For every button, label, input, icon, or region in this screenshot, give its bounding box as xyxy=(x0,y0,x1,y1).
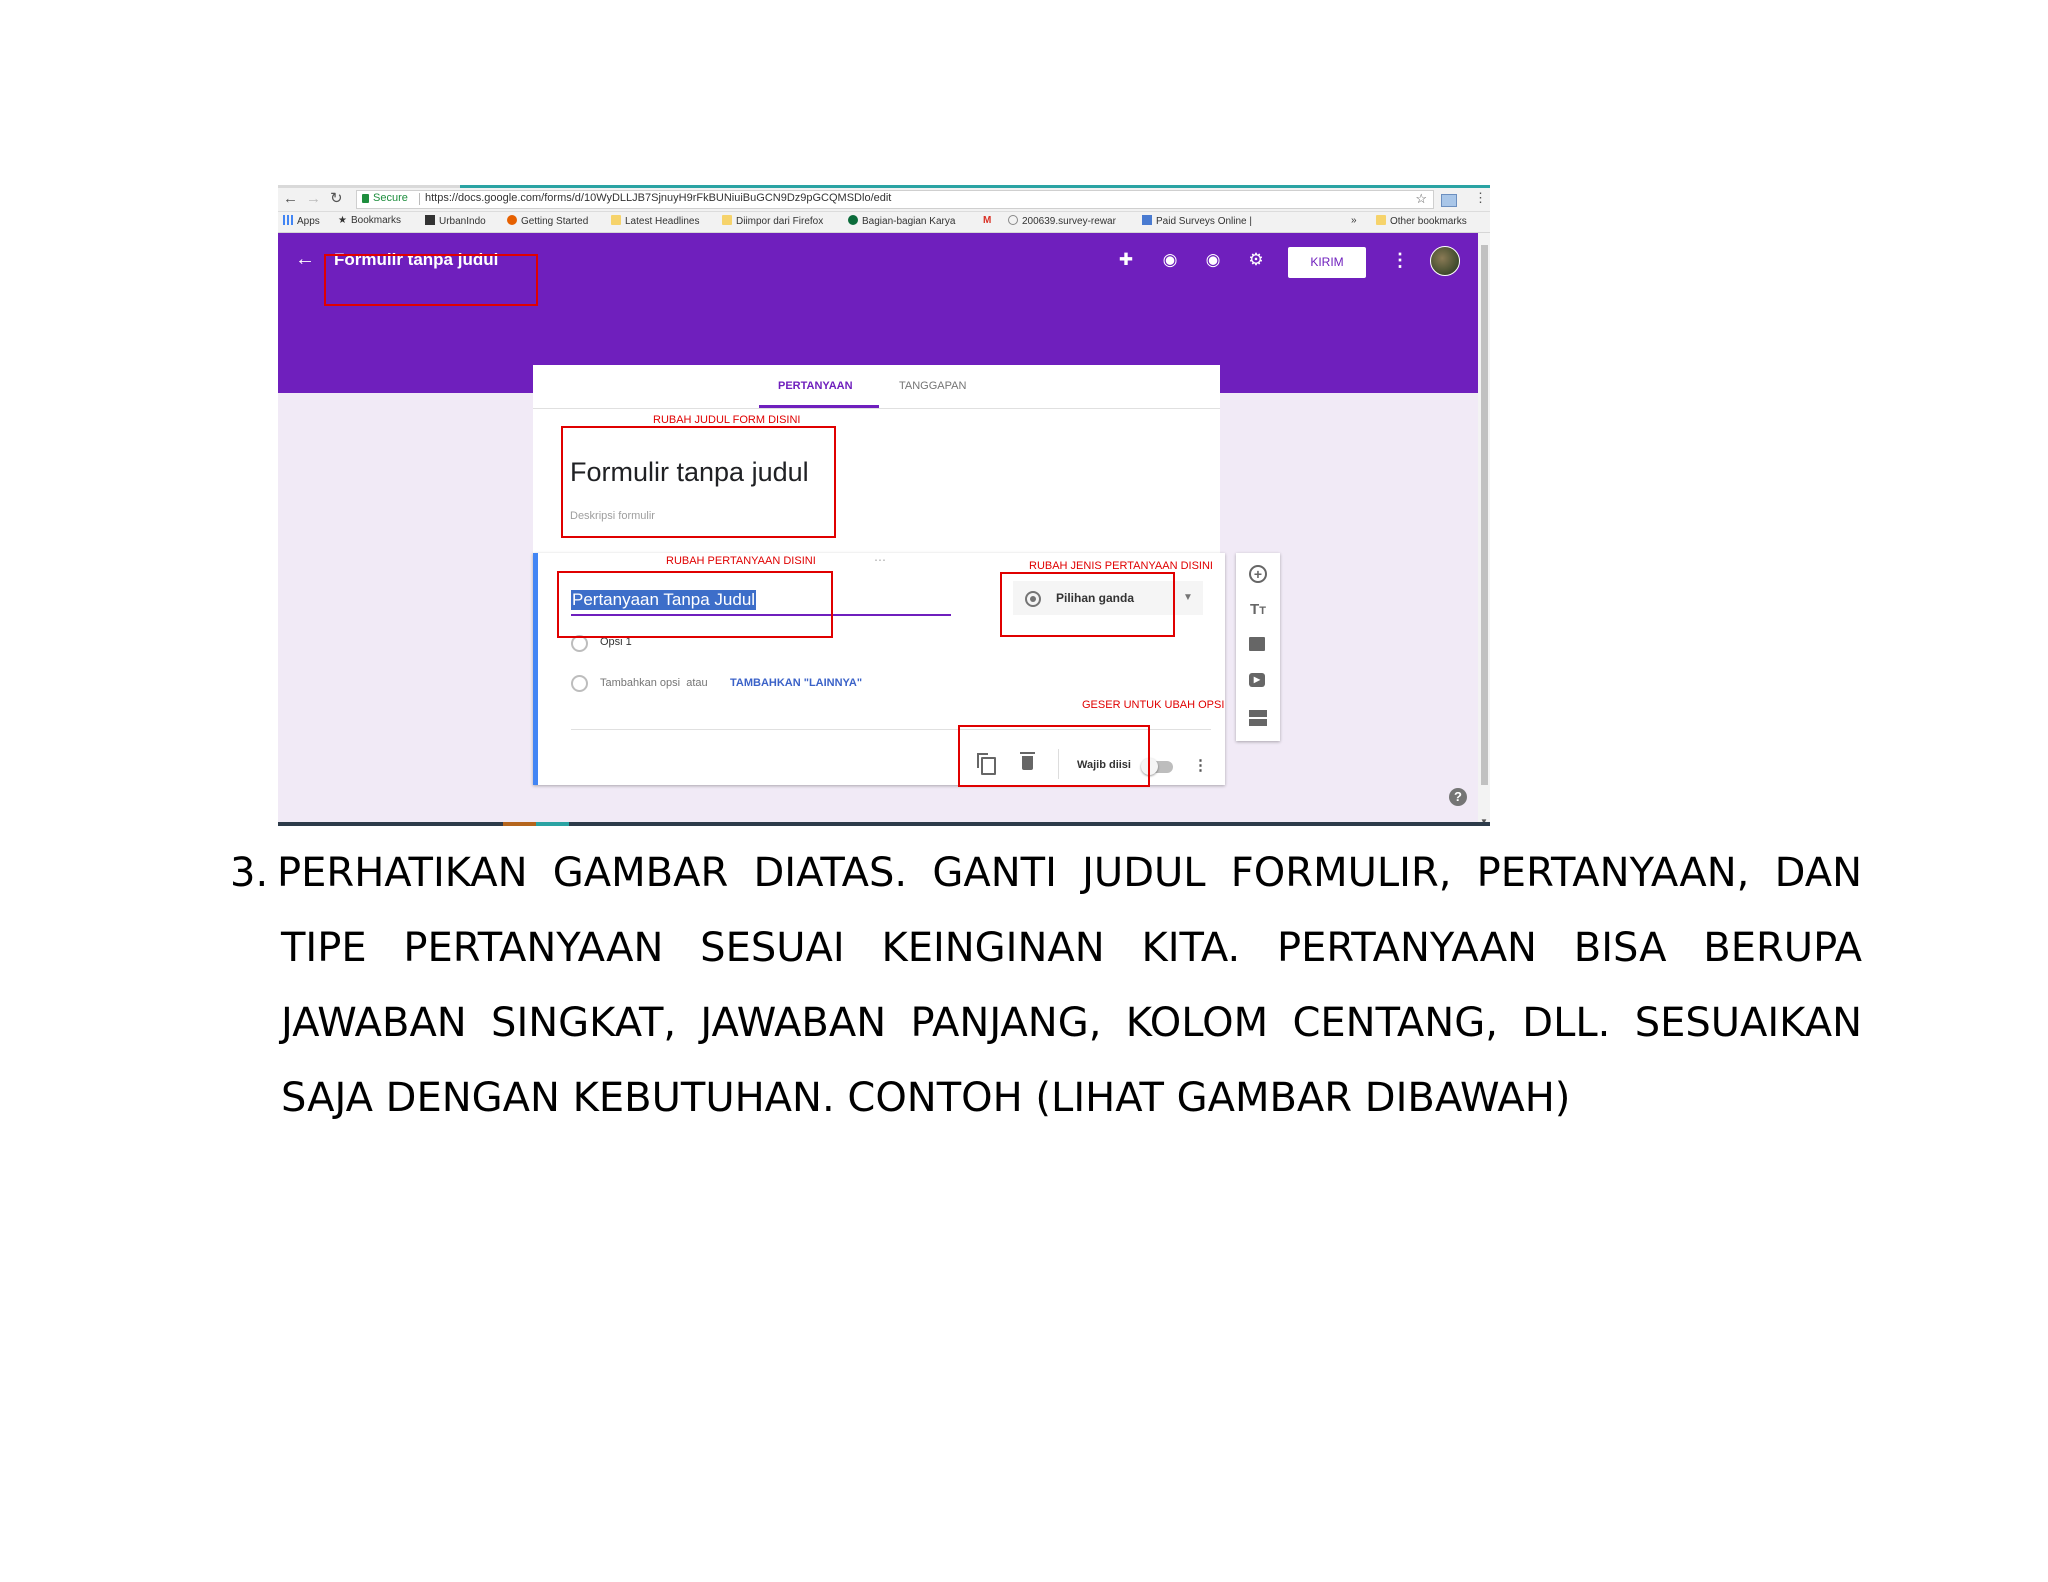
bookmark-label: Diimpor dari Firefox xyxy=(736,216,824,227)
taskbar-item xyxy=(503,822,536,826)
bookmark-other[interactable]: Other bookmarks xyxy=(1376,215,1467,227)
annotation-box-header-title xyxy=(324,254,538,306)
bookmark-label: Bagian-bagian Karya xyxy=(862,216,956,227)
chevron-down-icon: ▼ xyxy=(1183,592,1193,603)
add-option-button[interactable]: Tambahkan opsi atau xyxy=(600,677,708,689)
taskbar-item xyxy=(536,822,569,826)
bookmark-label: UrbanIndo xyxy=(439,216,486,227)
side-toolbar: + TT ▶ xyxy=(1236,553,1280,741)
bookmark-label: Bookmarks xyxy=(350,215,401,226)
bookmark-diimpor[interactable]: Diimpor dari Firefox xyxy=(722,215,823,227)
folder-icon xyxy=(611,215,621,225)
help-icon[interactable]: ? xyxy=(1449,788,1467,806)
lock-icon xyxy=(362,194,369,203)
address-bar: ← → ↻ Secure https://docs.google.com/for… xyxy=(278,188,1490,212)
bookmark-survey[interactable]: 200639.survey-rewar xyxy=(1008,215,1116,227)
annotation-box-form-title xyxy=(561,426,836,538)
settings-gear-icon[interactable]: ⚙ xyxy=(1246,250,1266,270)
add-video-icon[interactable]: ▶ xyxy=(1249,673,1265,687)
folder-icon xyxy=(722,215,732,225)
bookmark-label: Other bookmarks xyxy=(1390,216,1467,227)
send-button[interactable]: KIRIM xyxy=(1288,247,1366,278)
add-option-label: Tambahkan opsi xyxy=(600,677,681,689)
extension-icon[interactable] xyxy=(1441,194,1457,207)
addons-icon[interactable]: ✚ xyxy=(1116,250,1136,270)
preview-eye-icon[interactable]: ◉ xyxy=(1203,250,1223,270)
back-icon[interactable]: ← xyxy=(283,190,298,208)
step-number: 3. xyxy=(230,850,269,896)
instruction-text: PERHATIKAN GAMBAR DIATAS. GANTI JUDUL FO… xyxy=(277,850,1862,1121)
bookmark-label: Apps xyxy=(297,216,320,227)
drag-handle-icon[interactable]: ⋯ xyxy=(874,553,887,567)
bookmark-gmail[interactable]: M xyxy=(983,215,991,226)
or-label: atau xyxy=(686,677,708,689)
taskbar-strip xyxy=(278,822,1490,826)
active-tab-indicator xyxy=(759,405,879,408)
house-icon xyxy=(425,215,435,225)
back-arrow-icon[interactable]: ← xyxy=(295,248,315,271)
bookmark-star-icon[interactable]: ☆ xyxy=(1415,191,1427,207)
annotation-box-question xyxy=(557,571,833,638)
annotation-box-type xyxy=(1000,572,1175,637)
folder-icon xyxy=(1376,215,1386,225)
scrollbar[interactable]: ▼ xyxy=(1478,233,1490,826)
reload-icon[interactable]: ↻ xyxy=(330,190,343,208)
question-more-icon[interactable]: ⋮ xyxy=(1193,756,1208,774)
url-field[interactable]: Secure https://docs.google.com/forms/d/1… xyxy=(356,190,1434,209)
bookmark-latest-headlines[interactable]: Latest Headlines xyxy=(611,215,700,227)
more-options-icon[interactable]: ⋮ xyxy=(1391,250,1409,271)
scroll-thumb[interactable] xyxy=(1481,245,1488,785)
annotation-options-note: GESER UNTUK UBAH OPSI xyxy=(1082,699,1225,711)
firefox-icon xyxy=(507,215,517,225)
url-text: https://docs.google.com/forms/d/10WyDLLJ… xyxy=(425,192,892,204)
site-icon xyxy=(848,215,858,225)
forward-icon[interactable]: → xyxy=(306,190,321,208)
screenshot: ← → ↻ Secure https://docs.google.com/for… xyxy=(278,185,1490,826)
bookmarks-overflow[interactable]: » xyxy=(1351,215,1357,226)
apps-grid-icon xyxy=(283,215,293,225)
browser-menu-icon[interactable]: ⋮ xyxy=(1474,190,1487,206)
form-tabs: PERTANYAAN TANGGAPAN xyxy=(533,365,1220,409)
paid-surveys-icon xyxy=(1142,215,1152,225)
add-title-icon[interactable]: TT xyxy=(1249,601,1267,619)
survey-icon xyxy=(1008,215,1018,225)
add-section-icon[interactable] xyxy=(1249,710,1267,728)
add-option-radio-icon xyxy=(571,675,588,692)
bookmark-paid-surveys[interactable]: Paid Surveys Online | xyxy=(1142,215,1252,227)
url-separator xyxy=(419,193,420,205)
tab-questions[interactable]: PERTANYAAN xyxy=(778,380,853,392)
bookmark-getting-started[interactable]: Getting Started xyxy=(507,215,588,227)
bookmark-label: Latest Headlines xyxy=(625,216,700,227)
star-icon: ★ xyxy=(338,215,347,226)
add-other-link[interactable]: TAMBAHKAN "LAINNYA" xyxy=(730,677,862,689)
tab-responses[interactable]: TANGGAPAN xyxy=(899,380,966,392)
annotation-title-note: RUBAH JUDUL FORM DISINI xyxy=(653,414,801,426)
annotation-question-note: RUBAH PERTANYAAN DISINI xyxy=(666,555,816,567)
annotation-box-options xyxy=(958,725,1150,787)
bookmark-apps[interactable]: Apps xyxy=(283,215,320,227)
bookmark-label: Paid Surveys Online | xyxy=(1156,216,1252,227)
add-image-icon[interactable] xyxy=(1249,637,1265,651)
annotation-type-note: RUBAH JENIS PERTANYAAN DISINI xyxy=(1029,560,1213,572)
palette-icon[interactable]: ◉ xyxy=(1160,250,1180,270)
bookmark-bagian[interactable]: Bagian-bagian Karya xyxy=(848,215,955,227)
bookmark-urbanindo[interactable]: UrbanIndo xyxy=(425,215,486,227)
bookmark-label: 200639.survey-rewar xyxy=(1022,216,1116,227)
add-question-icon[interactable]: + xyxy=(1249,565,1267,583)
secure-label: Secure xyxy=(373,192,408,204)
bookmark-bookmarks[interactable]: ★ Bookmarks xyxy=(338,215,401,226)
instruction-paragraph: 3. PERHATIKAN GAMBAR DIATAS. GANTI JUDUL… xyxy=(230,836,1862,1136)
gmail-icon: M xyxy=(983,215,992,226)
bookmark-label: Getting Started xyxy=(521,216,589,227)
avatar[interactable] xyxy=(1430,246,1460,276)
bookmarks-bar: Apps ★ Bookmarks UrbanIndo Getting Starte… xyxy=(278,212,1490,233)
